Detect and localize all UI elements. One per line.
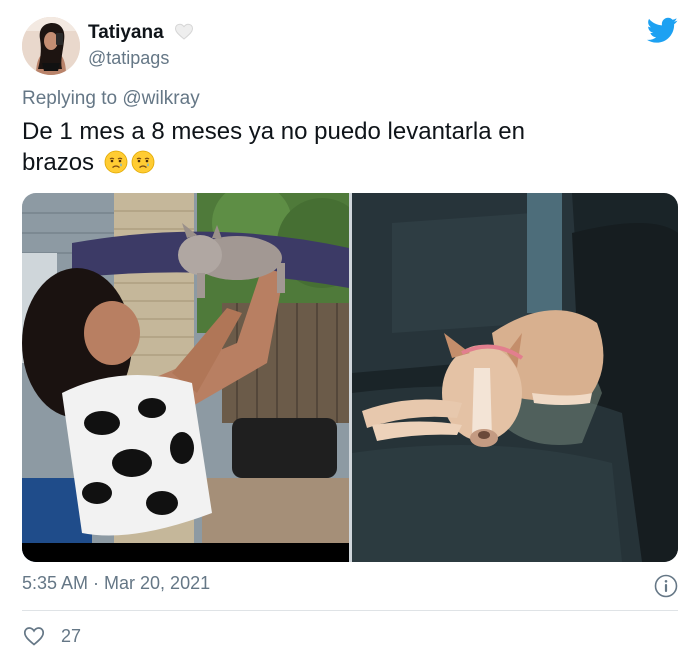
reply-context: Replying to @wilkray — [22, 88, 200, 110]
tweet-timestamp[interactable]: 5:35 AM · Mar 20, 2021 — [22, 573, 210, 594]
avatar[interactable] — [22, 17, 80, 75]
reply-mention-link[interactable]: @wilkray — [122, 88, 199, 109]
crying-face-emoji — [104, 150, 128, 174]
tweet-text-line1: De 1 mes a 8 meses ya no puedo levantarl… — [22, 118, 525, 145]
like-count: 27 — [61, 626, 82, 646]
white-heart-icon — [174, 22, 194, 42]
tweet-text-line2: brazos — [22, 149, 95, 176]
tweet-media — [22, 193, 678, 562]
twitter-bird-icon[interactable] — [646, 17, 678, 44]
dog-sleeping-in-car-photo[interactable] — [352, 193, 678, 562]
divider — [22, 610, 678, 611]
author-name[interactable]: Tatiyana — [88, 22, 164, 44]
heart-outline-icon[interactable] — [22, 624, 46, 648]
tweet-text: De 1 mes a 8 meses ya no puedo levantarl… — [22, 116, 672, 178]
crying-face-emoji — [131, 150, 155, 174]
author-handle[interactable]: @tatipags — [88, 48, 169, 69]
reply-prefix: Replying to — [22, 88, 118, 109]
info-icon[interactable] — [654, 574, 678, 598]
woman-lifting-puppy-photo[interactable] — [22, 193, 349, 562]
